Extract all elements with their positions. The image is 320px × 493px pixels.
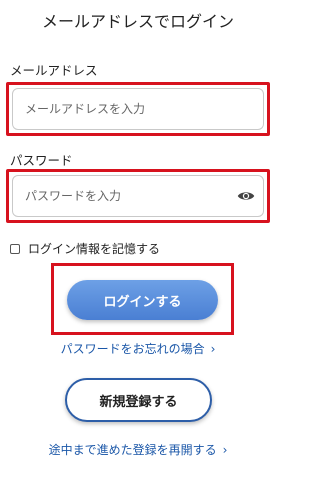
login-button[interactable]: ログインする <box>67 280 218 320</box>
email-field-box <box>12 88 264 130</box>
register-button[interactable]: 新規登録する <box>65 378 212 422</box>
remember-label: ログイン情報を記憶する <box>28 242 161 256</box>
chevron-right-icon: › <box>222 443 228 457</box>
login-button-highlight: ログインする <box>51 263 234 335</box>
resume-registration-link[interactable]: 途中まで進めた登録を再開する › <box>0 441 276 458</box>
chevron-right-icon: › <box>210 342 216 356</box>
password-field-highlight <box>6 169 270 223</box>
remember-row[interactable]: ログイン情報を記憶する <box>10 240 160 257</box>
remember-checkbox[interactable] <box>10 243 20 254</box>
email-label: メールアドレス <box>10 63 98 78</box>
password-input[interactable] <box>25 176 229 216</box>
password-field-box <box>12 175 264 217</box>
eye-icon[interactable] <box>237 189 255 203</box>
email-field-highlight <box>6 82 270 136</box>
resume-registration-label: 途中まで進めた登録を再開する <box>48 443 217 457</box>
forgot-password-link[interactable]: パスワードをお忘れの場合 › <box>0 340 276 357</box>
email-input[interactable] <box>25 89 229 129</box>
password-label: パスワード <box>10 153 73 168</box>
page-title: メールアドレスでログイン <box>41 12 234 31</box>
forgot-password-label: パスワードをお忘れの場合 <box>60 342 205 356</box>
